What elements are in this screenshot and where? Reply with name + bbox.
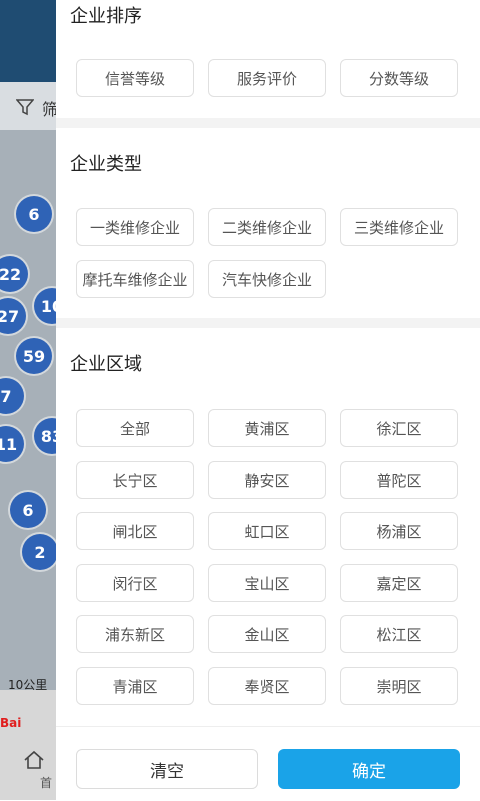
section-title-sort: 企业排序 (70, 6, 142, 27)
home-label: 首 (40, 776, 53, 790)
type-option[interactable]: 一类维修企业 (76, 208, 194, 246)
area-option[interactable]: 杨浦区 (340, 512, 458, 550)
area-option[interactable]: 金山区 (208, 615, 326, 653)
type-option[interactable]: 二类维修企业 (208, 208, 326, 246)
area-option[interactable]: 闵行区 (76, 564, 194, 602)
area-option[interactable]: 松江区 (340, 615, 458, 653)
area-option[interactable]: 青浦区 (76, 667, 194, 705)
sort-option[interactable]: 分数等级 (340, 59, 458, 97)
section-divider (56, 318, 480, 328)
filter-icon (16, 99, 34, 116)
section-divider (56, 118, 480, 128)
area-option[interactable]: 静安区 (208, 461, 326, 499)
map-cluster[interactable]: 59 (16, 338, 52, 374)
app-header-bar (0, 0, 56, 82)
sort-option[interactable]: 信誉等级 (76, 59, 194, 97)
area-option[interactable]: 宝山区 (208, 564, 326, 602)
area-option[interactable]: 长宁区 (76, 461, 194, 499)
home-icon[interactable] (22, 748, 46, 772)
area-option[interactable]: 普陀区 (340, 461, 458, 499)
section-title-area: 企业区域 (70, 354, 142, 375)
sort-option[interactable]: 服务评价 (208, 59, 326, 97)
confirm-button[interactable]: 确定 (278, 749, 460, 789)
area-option[interactable]: 崇明区 (340, 667, 458, 705)
area-option[interactable]: 奉贤区 (208, 667, 326, 705)
area-option[interactable]: 徐汇区 (340, 409, 458, 447)
map-cluster[interactable]: 6 (16, 196, 52, 232)
filter-bar[interactable]: 筛 (0, 82, 58, 130)
area-option[interactable]: 闸北区 (76, 512, 194, 550)
clear-button[interactable]: 清空 (76, 749, 258, 789)
type-option[interactable]: 摩托车维修企业 (76, 260, 194, 298)
type-option[interactable]: 三类维修企业 (340, 208, 458, 246)
area-option[interactable]: 虹口区 (208, 512, 326, 550)
map-cluster[interactable]: 6 (10, 492, 46, 528)
panel-footer: 清空 确定 (56, 726, 480, 801)
area-option[interactable]: 浦东新区 (76, 615, 194, 653)
type-option[interactable]: 汽车快修企业 (208, 260, 326, 298)
filter-panel: 企业排序 信誉等级 服务评价 分数等级 企业类型 一类维修企业 二类维修企业 三… (56, 0, 480, 801)
map-cluster[interactable]: 2 (22, 534, 58, 570)
area-option[interactable]: 嘉定区 (340, 564, 458, 602)
area-option[interactable]: 黄浦区 (208, 409, 326, 447)
area-option[interactable]: 全部 (76, 409, 194, 447)
section-title-type: 企业类型 (70, 154, 142, 175)
baidu-logo: Bai (0, 716, 22, 730)
